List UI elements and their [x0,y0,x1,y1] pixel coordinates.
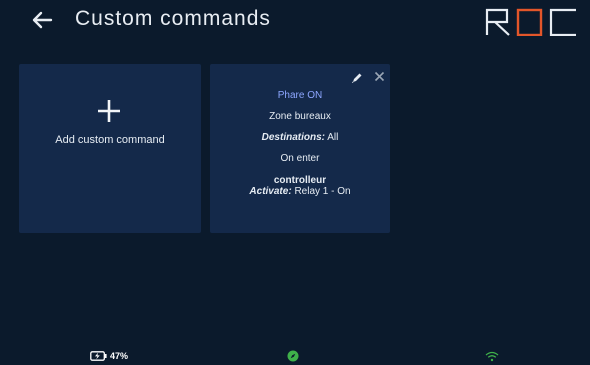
command-zone: Zone bureaux [269,111,331,122]
add-custom-command-card[interactable]: Add custom command [19,64,201,233]
page-title: Custom commands [75,7,271,30]
add-custom-command-label: Add custom command [55,134,165,146]
command-activate: Activate: Relay 1 - On [210,186,390,197]
plus-icon [98,100,120,122]
destinations-value: All [327,132,339,143]
battery-percent: 47% [110,351,129,361]
command-controller: controlleur [273,175,327,186]
roc-logo [485,8,576,36]
compass-icon [287,350,299,362]
battery-charging-icon [90,351,107,361]
command-trigger: On enter [280,153,320,164]
header: Custom commands [0,0,590,48]
wifi-icon [485,351,499,362]
arrow-left-icon[interactable] [31,9,53,31]
activate-label: Activate: [249,186,292,197]
destinations-label: Destinations: [261,132,325,143]
command-name: Phare ON [277,90,323,101]
custom-command-card[interactable]: Phare ON Zone bureaux Destinations: All … [210,64,390,233]
command-destinations: Destinations: All [210,132,390,143]
pencil-icon[interactable] [351,72,363,84]
status-bar: 47% [0,348,590,365]
activate-value: Relay 1 - On [294,186,351,197]
close-icon[interactable] [374,71,385,82]
